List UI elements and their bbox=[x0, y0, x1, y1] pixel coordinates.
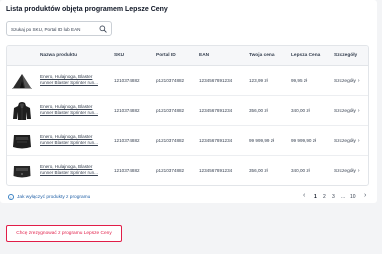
details-label: Szczegóły bbox=[334, 139, 356, 144]
better-price-cell: 340,00 zł bbox=[291, 168, 310, 173]
product-name-link[interactable]: Enero, Hulajnoga, Blaster runner Blaster… bbox=[40, 74, 104, 86]
table-row: Enero, Hulajnoga, Blaster runner Blaster… bbox=[7, 96, 368, 126]
product-name-link[interactable]: Enero, Hulajnoga, Blaster runner Blaster… bbox=[40, 134, 104, 146]
your-price-cell: 356,00 zł bbox=[249, 108, 268, 113]
details-link[interactable]: Szczegóły › bbox=[334, 78, 360, 84]
page-button-3[interactable]: 3 bbox=[332, 194, 335, 200]
details-link[interactable]: Szczegóły › bbox=[334, 168, 360, 174]
products-card: Lista produktów objęta programem Lepsze … bbox=[0, 0, 377, 203]
info-icon: i bbox=[8, 194, 14, 200]
chevron-right-icon[interactable]: › bbox=[364, 192, 366, 199]
better-price-cell: 99 999,90 zł bbox=[291, 138, 317, 143]
search-box[interactable] bbox=[6, 21, 112, 36]
table-header: Nazwa produktu SKU Portal ID EAN Twoja c… bbox=[7, 46, 368, 66]
product-name-link[interactable]: Enero, Hulajnoga, Blaster runner Blaster… bbox=[40, 164, 104, 176]
product-name-line: runner Blaster Sprinter run... bbox=[40, 140, 98, 145]
ean-cell: 1234567891234 bbox=[199, 168, 233, 173]
portal-id-cell: p1210374882 bbox=[156, 108, 185, 113]
ean-cell: 1234567891234 bbox=[199, 108, 233, 113]
tent-icon bbox=[11, 70, 33, 92]
better-price-cell: 340,00 zł bbox=[291, 108, 310, 113]
optout-help-link[interactable]: i Jak wyłączyć produkty z programu bbox=[8, 194, 90, 200]
opt-out-program-button[interactable]: Chcę zrezygnować z programu Lepsze Ceny bbox=[6, 225, 122, 242]
column-header-ean: EAN bbox=[199, 53, 210, 58]
portal-id-cell: p1210374882 bbox=[156, 138, 185, 143]
page-button-1[interactable]: 1 bbox=[314, 194, 317, 200]
sku-cell: 1210374882 bbox=[114, 138, 140, 143]
sku-cell: 1210374882 bbox=[114, 108, 140, 113]
page-button-2[interactable]: 2 bbox=[323, 194, 326, 200]
column-header-portal-id: Portal ID bbox=[156, 53, 176, 58]
chevron-right-icon: › bbox=[357, 108, 360, 114]
chevron-right-icon: › bbox=[357, 78, 360, 84]
search-input[interactable] bbox=[11, 24, 99, 34]
column-header-details: Szczegóły bbox=[334, 53, 358, 58]
sku-cell: 1210374882 bbox=[114, 78, 140, 83]
table-row: Enero, Hulajnoga, Blaster runner Blaster… bbox=[7, 66, 368, 96]
details-link[interactable]: Szczegóły › bbox=[334, 138, 360, 144]
page-button-10[interactable]: 10 bbox=[350, 194, 356, 200]
details-label: Szczegóły bbox=[334, 109, 356, 114]
ean-cell: 1234567891234 bbox=[199, 78, 233, 83]
page-ellipsis: ... bbox=[341, 194, 346, 200]
product-name-line: runner Blaster Sprinter run... bbox=[40, 110, 98, 115]
column-header-your-price: Twoja cena bbox=[249, 53, 275, 58]
portal-id-cell: p1210374882 bbox=[156, 168, 185, 173]
chevron-right-icon: › bbox=[357, 138, 360, 144]
sku-cell: 1210374882 bbox=[114, 168, 140, 173]
car-hood-icon bbox=[11, 130, 33, 152]
table-row: Enero, Hulajnoga, Blaster runner Blaster… bbox=[7, 126, 368, 156]
column-header-sku: SKU bbox=[114, 53, 125, 58]
search-icon[interactable] bbox=[99, 25, 107, 33]
chevron-left-icon[interactable]: ‹ bbox=[303, 192, 305, 199]
product-name-line: runner Blaster Sprinter run... bbox=[40, 80, 98, 85]
product-name-link[interactable]: Enero, Hulajnoga, Blaster runner Blaster… bbox=[40, 104, 104, 116]
details-label: Szczegóły bbox=[334, 169, 356, 174]
details-label: Szczegóły bbox=[334, 79, 356, 84]
page-title: Lista produktów objęta programem Lepsze … bbox=[6, 6, 168, 13]
details-link[interactable]: Szczegóły › bbox=[334, 108, 360, 114]
hooded-jacket-icon bbox=[11, 100, 33, 122]
product-name-line: runner Blaster Sprinter run... bbox=[40, 170, 98, 175]
products-table: Nazwa produktu SKU Portal ID EAN Twoja c… bbox=[6, 45, 369, 186]
ean-cell: 1234567891234 bbox=[199, 138, 233, 143]
your-price-cell: 123,99 zł bbox=[249, 78, 268, 83]
optout-help-label: Jak wyłączyć produkty z programu bbox=[17, 195, 91, 200]
column-header-better-price: Lepsza Cena bbox=[291, 53, 321, 58]
car-hood-icon bbox=[11, 160, 33, 182]
portal-id-cell: p1210374882 bbox=[156, 78, 185, 83]
chevron-right-icon: › bbox=[357, 168, 360, 174]
better-price-cell: 99,95 zł bbox=[291, 78, 308, 83]
column-header-name: Nazwa produktu bbox=[40, 53, 78, 58]
table-row: Enero, Hulajnoga, Blaster runner Blaster… bbox=[7, 156, 368, 185]
your-price-cell: 99 999,99 zł bbox=[249, 138, 275, 143]
your-price-cell: 356,00 zł bbox=[249, 168, 268, 173]
